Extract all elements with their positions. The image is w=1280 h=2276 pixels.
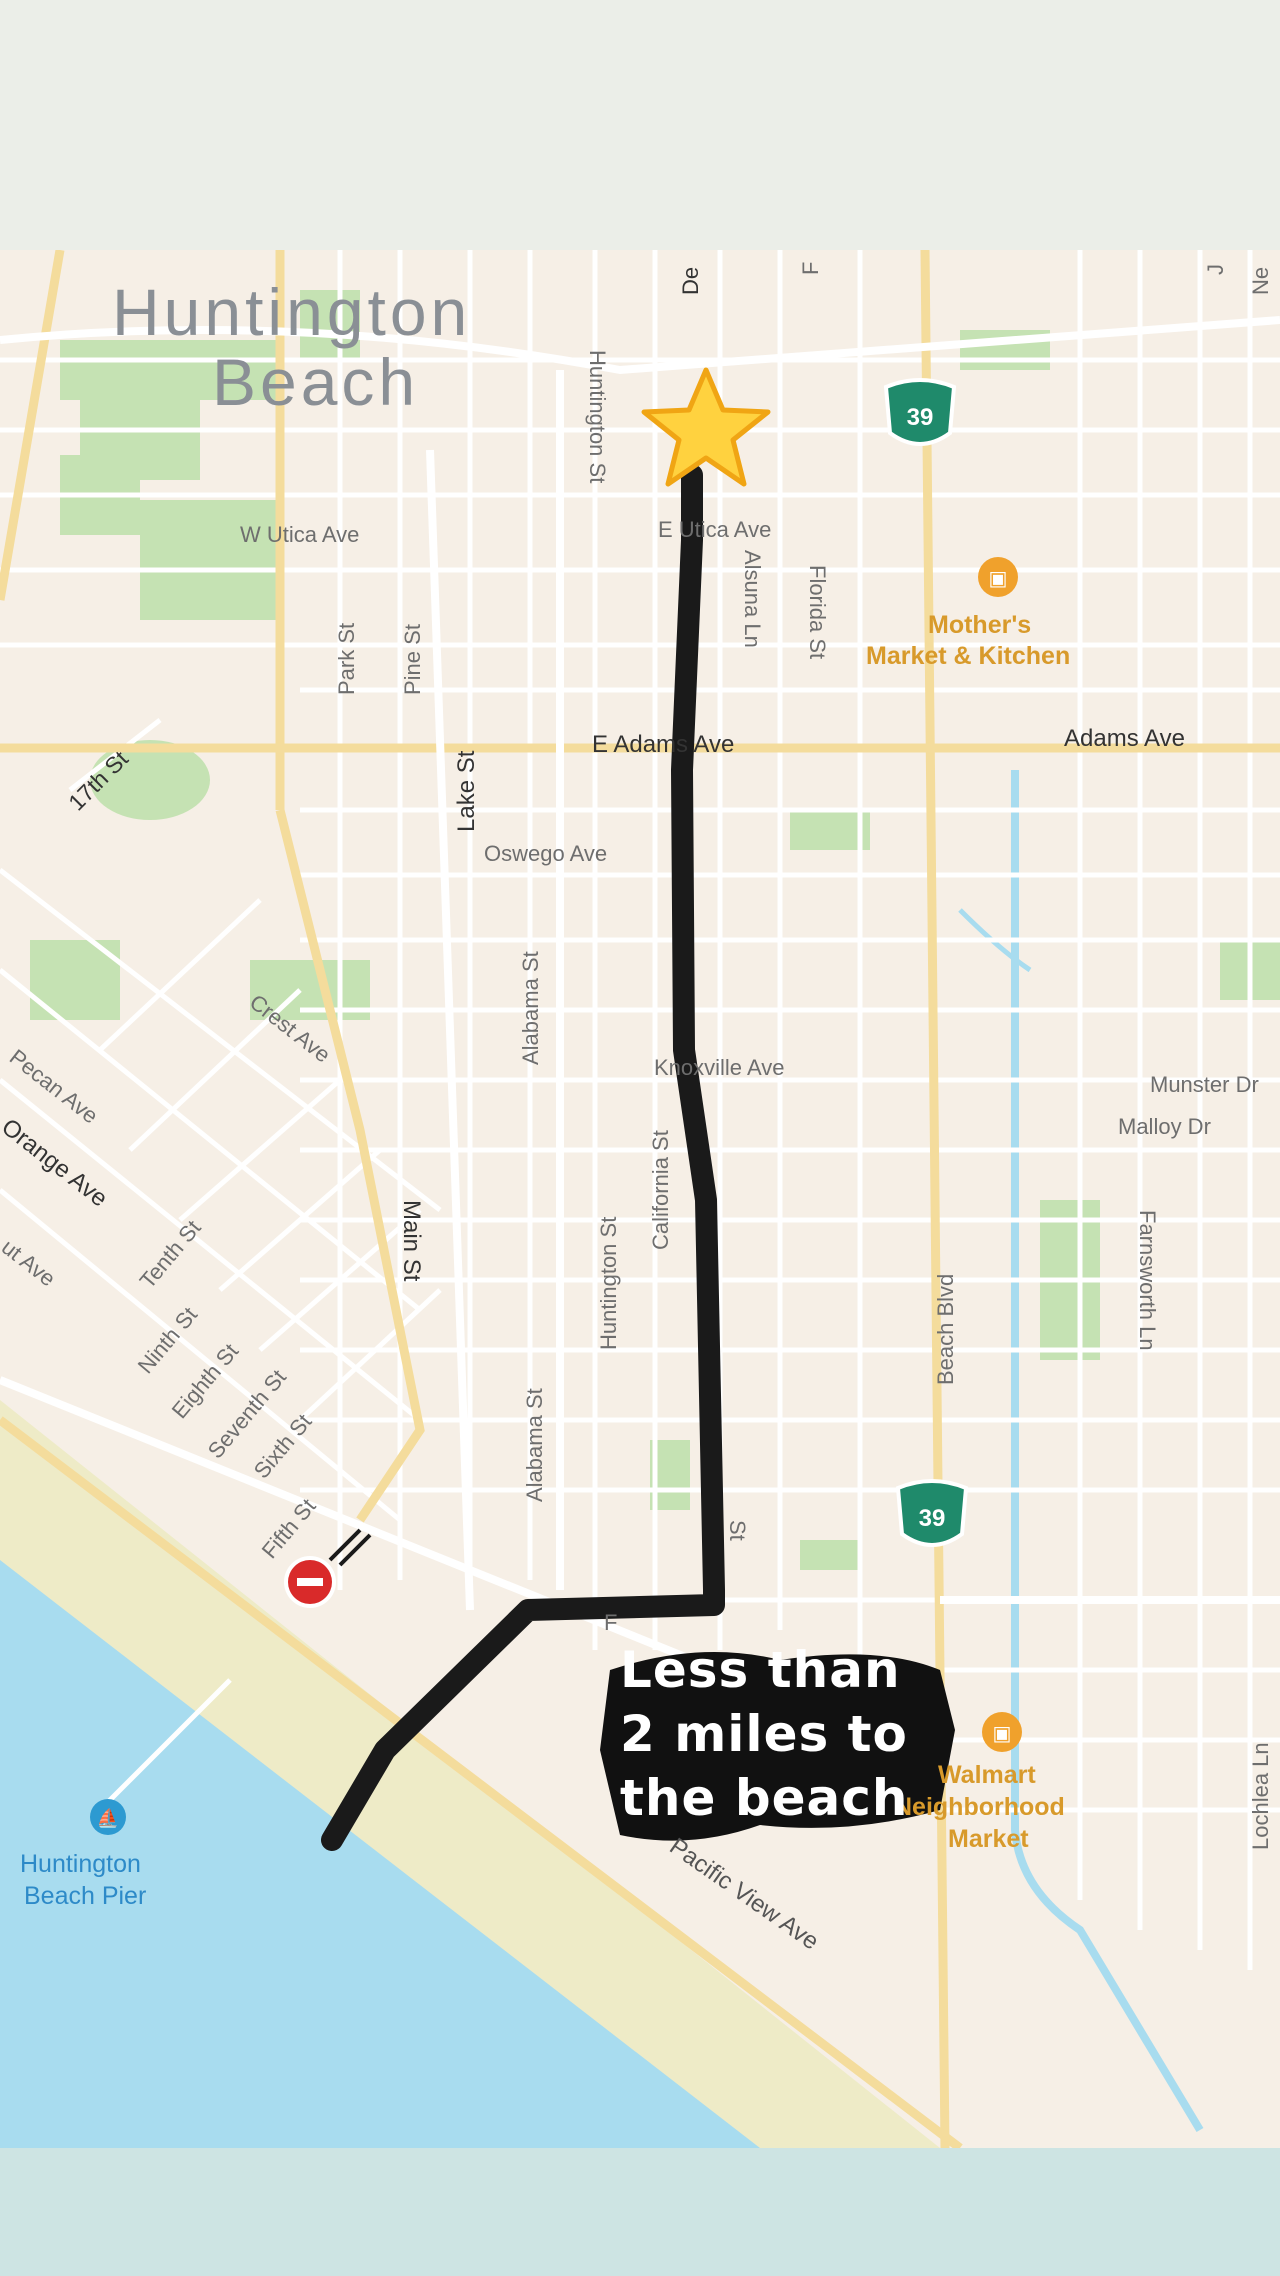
top-band (0, 0, 1280, 250)
poi-label-mothers-2: Market & Kitchen (866, 642, 1070, 670)
street-label-lochlea: Lochlea Ln (1248, 1742, 1273, 1850)
street-label-st: St (725, 1520, 750, 1541)
pier-marker[interactable]: ⛵ (90, 1799, 126, 1835)
street-label-oswego: Oswego Ave (484, 841, 607, 866)
route-39-shield-south: 39 (895, 1479, 969, 1547)
street-label-malloy: Malloy Dr (1118, 1114, 1211, 1139)
street-label-j: J (1203, 264, 1228, 275)
no-entry-icon (284, 1556, 336, 1608)
city-label-line1: Huntington (112, 275, 471, 349)
street-label-main: Main St (398, 1200, 425, 1282)
street-label-huntington-n: Huntington St (585, 350, 610, 483)
bottom-band (0, 2148, 1280, 2276)
map-view[interactable]: 39 39 ▣ ▣ ⛵ Huntington Beach W Utica Ave… (0, 250, 1280, 2148)
street-label-f-partial: F (604, 1610, 617, 1635)
poi-label-pier-2: Beach Pier (24, 1882, 146, 1910)
poi-label-pier-1: Huntington (20, 1850, 141, 1878)
street-label-e-utica: E Utica Ave (658, 517, 771, 542)
street-label-pine: Pine St (400, 624, 425, 695)
street-label-huntington-s: Huntington St (596, 1217, 621, 1350)
street-label-adams: Adams Ave (1064, 725, 1185, 752)
street-label-ne: Ne (1248, 267, 1273, 295)
street-label-f: F (798, 262, 823, 275)
street-label-florida: Florida St (805, 565, 830, 659)
street-label-alabama-s: Alabama St (522, 1388, 547, 1502)
mothers-market-marker[interactable]: ▣ (978, 557, 1018, 597)
svg-text:39: 39 (919, 1505, 946, 1532)
street-label-alsuna: Alsuna Ln (740, 550, 765, 648)
poi-label-walmart-3: Market (948, 1825, 1029, 1853)
street-label-de: De (678, 267, 703, 295)
svg-text:▣: ▣ (989, 568, 1008, 590)
city-label-line2: Beach (212, 345, 419, 419)
svg-text:▣: ▣ (993, 1723, 1012, 1745)
street-label-beach-blvd: Beach Blvd (933, 1274, 958, 1385)
street-label-munster: Munster Dr (1150, 1072, 1259, 1097)
caption-annotation: Less than 2 miles to the beach (600, 1638, 960, 1838)
svg-text:⛵: ⛵ (97, 1807, 119, 1828)
street-label-california: California St (648, 1130, 673, 1250)
svg-text:39: 39 (907, 404, 934, 431)
poi-label-mothers-1: Mother's (928, 611, 1031, 639)
caption-text: Less than 2 miles to the beach (620, 1641, 909, 1827)
street-label-e-adams: E Adams Ave (592, 731, 734, 758)
street-label-knoxville: Knoxville Ave (654, 1055, 784, 1080)
street-label-farnsworth: Farnsworth Ln (1135, 1210, 1160, 1351)
street-label-alabama-n: Alabama St (518, 951, 543, 1065)
street-label-park: Park St (334, 623, 359, 695)
route-39-shield-north: 39 (883, 378, 957, 446)
street-label-lake: Lake St (453, 750, 480, 832)
walmart-marker[interactable]: ▣ (982, 1712, 1022, 1752)
street-label-w-utica: W Utica Ave (240, 522, 359, 547)
